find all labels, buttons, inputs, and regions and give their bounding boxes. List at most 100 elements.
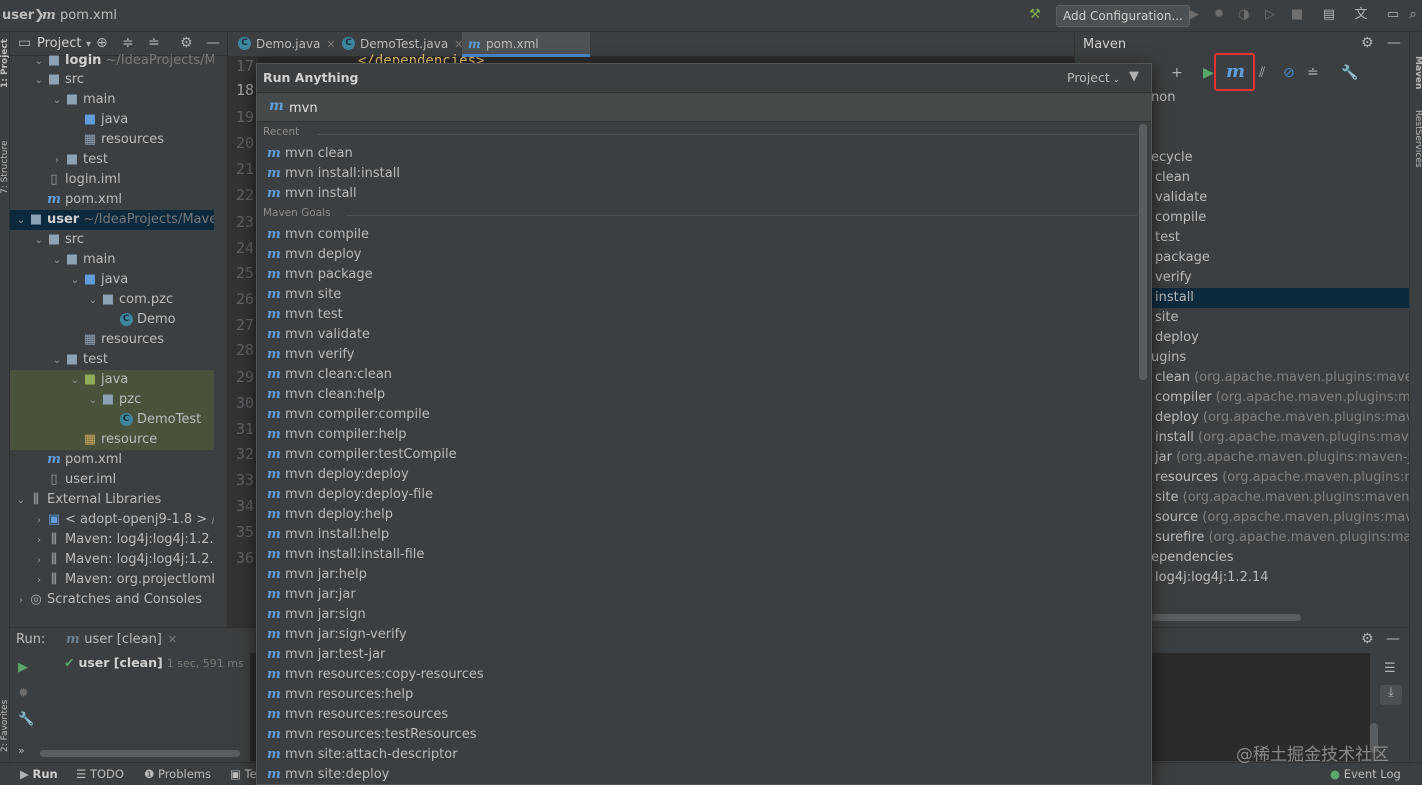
command-item[interactable]: m mvn jar:jar — [267, 585, 1127, 605]
command-item[interactable]: m mvn deploy — [267, 245, 1127, 265]
maven-tree-item[interactable]: non — [1151, 88, 1410, 108]
project-tool-tab[interactable]: 1: Project — [0, 38, 10, 88]
maven-lifecycle-item[interactable]: verify — [1151, 268, 1410, 288]
command-item[interactable]: m mvn resources:testResources — [267, 725, 1127, 745]
todo-toolwindow-button[interactable]: ☰ TODO — [76, 767, 124, 781]
locate-icon[interactable]: ⊕ — [96, 35, 108, 51]
stop-icon[interactable]: ■ — [1289, 7, 1305, 23]
maven-lifecycle-item[interactable]: install — [1151, 288, 1410, 308]
command-item[interactable]: m mvn clean:help — [267, 385, 1127, 405]
presentation-icon[interactable]: ▭ — [1385, 7, 1401, 23]
project-view-selector[interactable]: Project — [37, 36, 81, 51]
hide-icon[interactable]: — — [1386, 631, 1400, 647]
command-item[interactable]: m mvn resources:resources — [267, 705, 1127, 725]
tree-item-resources[interactable]: ▦ resources — [10, 130, 214, 150]
tab-demo-java[interactable]: C Demo.java ✕ — [232, 32, 336, 57]
tree-item-class[interactable]: C Demo — [10, 310, 214, 330]
chevron-down-icon[interactable]: ▾ — [86, 39, 91, 50]
tree-item-resource[interactable]: ▦ resource — [10, 430, 214, 450]
translate-icon[interactable]: 文 — [1353, 7, 1369, 23]
tree-item-library[interactable]: › ⫼ Maven: log4j:log4j:1.2.1 — [10, 530, 214, 550]
rerun-icon[interactable]: ▶ — [18, 660, 28, 675]
gear-icon[interactable]: ⚙ — [1361, 631, 1374, 647]
maven-lifecycle-item[interactable]: compile — [1151, 208, 1410, 228]
maven-lifecycle-item[interactable]: clean — [1151, 168, 1410, 188]
command-item[interactable]: m mvn install:install — [267, 164, 1127, 184]
command-item[interactable]: m mvn package — [267, 265, 1127, 285]
toggle-offline-icon[interactable]: ⫽ — [1259, 65, 1265, 81]
tree-item-resources[interactable]: ▦ resources — [10, 330, 214, 350]
horizontal-scrollbar[interactable] — [40, 750, 240, 757]
command-item[interactable]: m mvn resources:copy-resources — [267, 665, 1127, 685]
event-log-button[interactable]: ● Event Log — [1330, 767, 1401, 781]
command-item[interactable]: m mvn install:install-file — [267, 545, 1127, 565]
coverage-icon[interactable]: ◑ — [1236, 7, 1252, 23]
terminal-toolwindow-button[interactable]: ▣ Te — [230, 767, 257, 781]
command-item[interactable]: m mvn compile — [267, 225, 1127, 245]
scroll-to-end-icon[interactable]: ⤓ — [1380, 685, 1402, 705]
gear-icon[interactable]: ⚙ — [180, 35, 193, 51]
profile-icon[interactable]: ▷ — [1262, 7, 1278, 23]
maven-tool-tab[interactable]: Maven — [1411, 56, 1422, 106]
tree-item-java[interactable]: ⌄ ■ java — [10, 270, 214, 290]
command-item[interactable]: m mvn deploy:deploy-file — [267, 485, 1127, 505]
tree-item-jdk[interactable]: ›▣< adopt-openj9-1.8 > /L — [10, 510, 214, 530]
command-item[interactable]: m mvn jar:sign-verify — [267, 625, 1127, 645]
command-item[interactable]: m mvn jar:sign — [267, 605, 1127, 625]
tree-item-user[interactable]: ⌄ ■ user ~/IdeaProjects/Maven — [10, 210, 214, 230]
run-icon[interactable]: ▶ — [1186, 7, 1202, 23]
debug-icon[interactable]: ✹ — [1211, 7, 1227, 23]
tree-item-pom[interactable]: m pom.xml — [10, 450, 214, 470]
run-tab-user-clean[interactable]: m user [clean] ✕ — [60, 628, 183, 652]
hide-icon[interactable]: — — [206, 35, 220, 51]
command-item[interactable]: m mvn validate — [267, 325, 1127, 345]
tree-item-src[interactable]: ⌄ ■ src — [10, 230, 214, 250]
filter-icon[interactable]: ▼ — [1129, 69, 1139, 84]
soft-wrap-icon[interactable]: ☰ — [1384, 661, 1396, 676]
command-item[interactable]: m mvn compiler:help — [267, 425, 1127, 445]
command-item[interactable]: m mvn compiler:testCompile — [267, 445, 1127, 465]
maven-plugin-item[interactable]: resources (org.apache.maven.plugins:mav — [1151, 468, 1410, 488]
command-item[interactable]: m mvn verify — [267, 345, 1127, 365]
command-item[interactable]: m mvn jar:help — [267, 565, 1127, 585]
wrench-icon[interactable]: 🔧 — [1341, 65, 1358, 81]
hide-icon[interactable]: — — [1387, 35, 1401, 51]
tree-item-user-iml[interactable]: ▯ user.iml — [10, 470, 214, 490]
horizontal-scrollbar[interactable] — [1151, 614, 1301, 621]
tree-item-test[interactable]: ⌄ ■ test — [10, 350, 214, 370]
command-item[interactable]: m mvn install:help — [267, 525, 1127, 545]
vertical-scrollbar[interactable] — [1139, 124, 1147, 380]
gear-icon[interactable]: ⚙ — [1361, 35, 1374, 51]
maven-lifecycle-item[interactable]: package — [1151, 248, 1410, 268]
tree-item-src[interactable]: ⌄ ■ src — [10, 70, 214, 90]
tree-item-login-iml[interactable]: ▯ login.iml — [10, 170, 214, 190]
breadcrumb-project[interactable]: user — [2, 8, 34, 23]
maven-plugin-item[interactable]: deploy (org.apache.maven.plugins:maven — [1151, 408, 1410, 428]
maven-plugin-item[interactable]: site (org.apache.maven.plugins:maven-sit — [1151, 488, 1410, 508]
command-item[interactable]: m mvn site — [267, 285, 1127, 305]
add-icon[interactable]: + — [1171, 65, 1183, 81]
maven-plugin-item[interactable]: surefire (org.apache.maven.plugins:maver — [1151, 528, 1410, 548]
project-structure-icon[interactable]: ▤ — [1321, 7, 1337, 23]
problems-toolwindow-button[interactable]: ❶ Problems — [144, 767, 211, 781]
tree-item-java[interactable]: ■ java — [10, 110, 214, 130]
add-configuration-button[interactable]: Add Configuration... — [1056, 5, 1190, 27]
expand-all-icon[interactable]: ≑ — [122, 35, 134, 51]
command-item[interactable]: m mvn resources:help — [267, 685, 1127, 705]
maven-plugin-item[interactable]: install (org.apache.maven.plugins:maven- — [1151, 428, 1410, 448]
scope-selector[interactable]: Project ⌄ — [1067, 70, 1120, 85]
tree-item-package[interactable]: ⌄ ■ pzc — [10, 390, 214, 410]
favorites-tool-tab[interactable]: 2: Favorites — [0, 682, 10, 752]
command-item[interactable]: m mvn install — [267, 184, 1127, 204]
maven-tree-item[interactable]: ependencies — [1151, 548, 1410, 568]
collapse-all-icon[interactable]: ≐ — [148, 35, 160, 51]
maven-lifecycle-item[interactable]: site — [1151, 308, 1410, 328]
run-maven-icon[interactable]: ▶ — [1203, 65, 1214, 81]
tree-item-main[interactable]: ⌄ ■ main — [10, 90, 214, 110]
skip-tests-icon[interactable]: ⊘ — [1283, 65, 1295, 81]
maven-lifecycle-item[interactable]: test — [1151, 228, 1410, 248]
maven-plugin-item[interactable]: clean (org.apache.maven.plugins:maven-c — [1151, 368, 1410, 388]
more-icon[interactable]: » — [18, 744, 25, 757]
maven-dependency-item[interactable]: log4j:log4j:1.2.14 — [1151, 568, 1410, 588]
tree-item-package[interactable]: ⌄ ■ com.pzc — [10, 290, 214, 310]
